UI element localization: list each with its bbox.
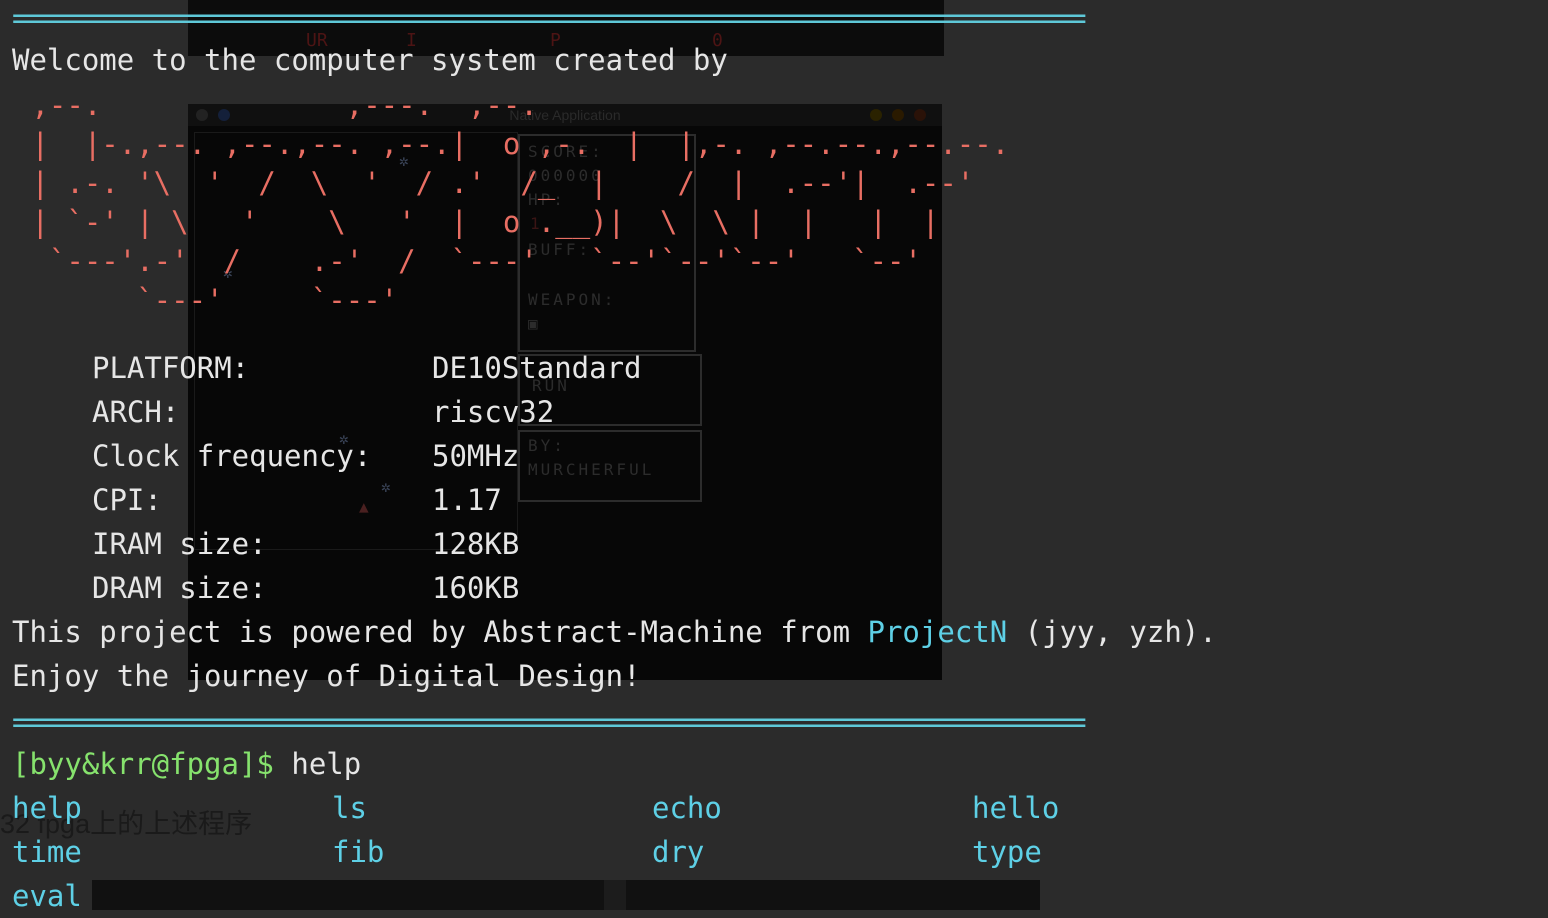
info-row: ARCH: riscv32 (92, 390, 554, 434)
info-value: 50MHz (432, 439, 520, 473)
info-label: IRAM size: (92, 527, 267, 561)
ascii-art-line: | .-. '\ ' / \ ' / .' /_ | / | .--'| .--… (14, 166, 975, 200)
info-label: PLATFORM: (92, 351, 250, 385)
by-label: BY: (528, 436, 566, 455)
command-item: eval (12, 879, 82, 913)
command-item: ls (332, 791, 367, 825)
info-row: PLATFORM: DE10Standard (92, 346, 642, 390)
ascii-art-line: ,--. ,---. ,--. (14, 88, 538, 122)
info-row: IRAM size: 128KB (92, 522, 519, 566)
command-item: dry (652, 835, 705, 869)
info-value: DE10Standard (432, 351, 642, 385)
info-value: riscv32 (432, 395, 555, 429)
command-item: fib (332, 835, 385, 869)
separator-top: ========================================… (12, 1, 1087, 35)
by-value: MURCHERFUL (528, 460, 655, 479)
prompt-line[interactable]: [byy&krr@fpga]$ help (12, 742, 361, 786)
background-window-bottom (92, 880, 1040, 910)
info-label: Clock frequency: (92, 439, 372, 473)
info-value: 128KB (432, 527, 520, 561)
info-value: 160KB (432, 571, 520, 605)
separator-bottom: ========================================… (12, 705, 1087, 739)
powered-authors: (jyy, yzh). (1007, 615, 1217, 649)
ascii-art-banner: ,--. ,---. ,--. | |-.,--. ,--.,--. ,--.|… (14, 86, 1009, 320)
enjoy-line: Enjoy the journey of Digital Design! (12, 659, 641, 693)
command-item: echo (652, 791, 722, 825)
info-row: CPI: 1.17 (92, 478, 502, 522)
command-item: time (12, 835, 82, 869)
powered-text: This project is powered by Abstract-Mach… (12, 615, 868, 649)
powered-line: This project is powered by Abstract-Mach… (12, 610, 1217, 654)
ascii-art-line: | |-.,--. ,--.,--. ,--.| o ,-. | |,-. ,-… (14, 127, 1010, 161)
info-label: ARCH: (92, 395, 180, 429)
projectn-link: ProjectN (867, 615, 1008, 649)
window-divider (604, 880, 626, 910)
command-item: help (12, 791, 82, 825)
shell-prompt: [byy&krr@fpga]$ (12, 747, 274, 781)
typed-command[interactable]: help (274, 747, 361, 781)
ascii-art-line: | `-' | \ ' \ ' | o .__)| \ \ | | | | (14, 205, 940, 239)
command-item: type (972, 835, 1042, 869)
info-row: DRAM size: 160KB (92, 566, 519, 610)
info-value: 1.17 (432, 483, 502, 517)
info-label: CPI: (92, 483, 162, 517)
info-label: DRAM size: (92, 571, 267, 605)
ascii-art-line: `---'.-' / .-' / `---' `--'`--'`--' `--' (14, 244, 922, 278)
command-item: hello (972, 791, 1060, 825)
ascii-art-line: `---' `---' (14, 283, 399, 317)
info-row: Clock frequency: 50MHz (92, 434, 519, 478)
welcome-line: Welcome to the computer system created b… (12, 43, 728, 77)
